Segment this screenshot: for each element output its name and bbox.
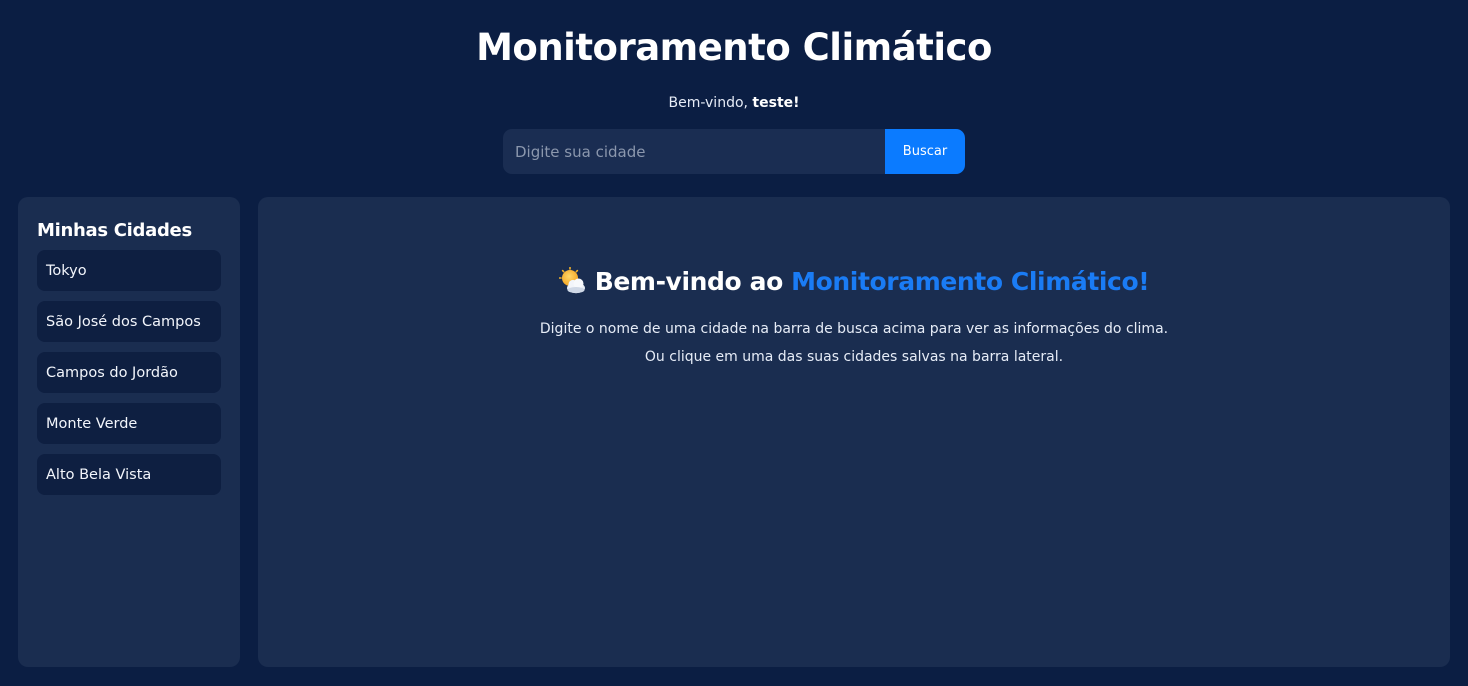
- username: teste!: [752, 95, 800, 111]
- sidebar: Minhas Cidades Tokyo São José dos Campos…: [18, 197, 240, 667]
- main-welcome-heading: Bem-vindo ao Monitoramento Climático!: [258, 264, 1450, 300]
- city-item-monte-verde[interactable]: Monte Verde: [37, 403, 221, 444]
- main-panel: Bem-vindo ao Monitoramento Climático! Di…: [258, 197, 1450, 667]
- city-item-tokyo[interactable]: Tokyo: [37, 250, 221, 291]
- sun-behind-cloud-icon: [558, 266, 585, 293]
- instruction-line-1: Digite o nome de uma cidade na barra de …: [539, 321, 1169, 337]
- welcome-message: Bem-vindo, teste!: [0, 94, 1468, 112]
- city-search-input[interactable]: [503, 129, 885, 174]
- heading-accent: Monitoramento Climático!: [791, 267, 1150, 296]
- app-title: Monitoramento Climático: [476, 26, 992, 69]
- welcome-prefix: Bem-vindo,: [668, 95, 753, 111]
- city-item-sao-jose-dos-campos[interactable]: São José dos Campos: [37, 301, 221, 342]
- instruction-line-2: Ou clique em uma das suas cidades salvas…: [644, 349, 1064, 365]
- search-bar: Buscar: [503, 129, 965, 174]
- search-button[interactable]: Buscar: [885, 129, 965, 174]
- city-item-campos-do-jordao[interactable]: Campos do Jordão: [37, 352, 221, 393]
- page: Monitoramento Climático Bem-vindo, teste…: [0, 0, 1468, 686]
- heading-prefix: Bem-vindo ao: [594, 267, 792, 296]
- sidebar-title: Minhas Cidades: [37, 220, 192, 241]
- city-item-alto-bela-vista[interactable]: Alto Bela Vista: [37, 454, 221, 495]
